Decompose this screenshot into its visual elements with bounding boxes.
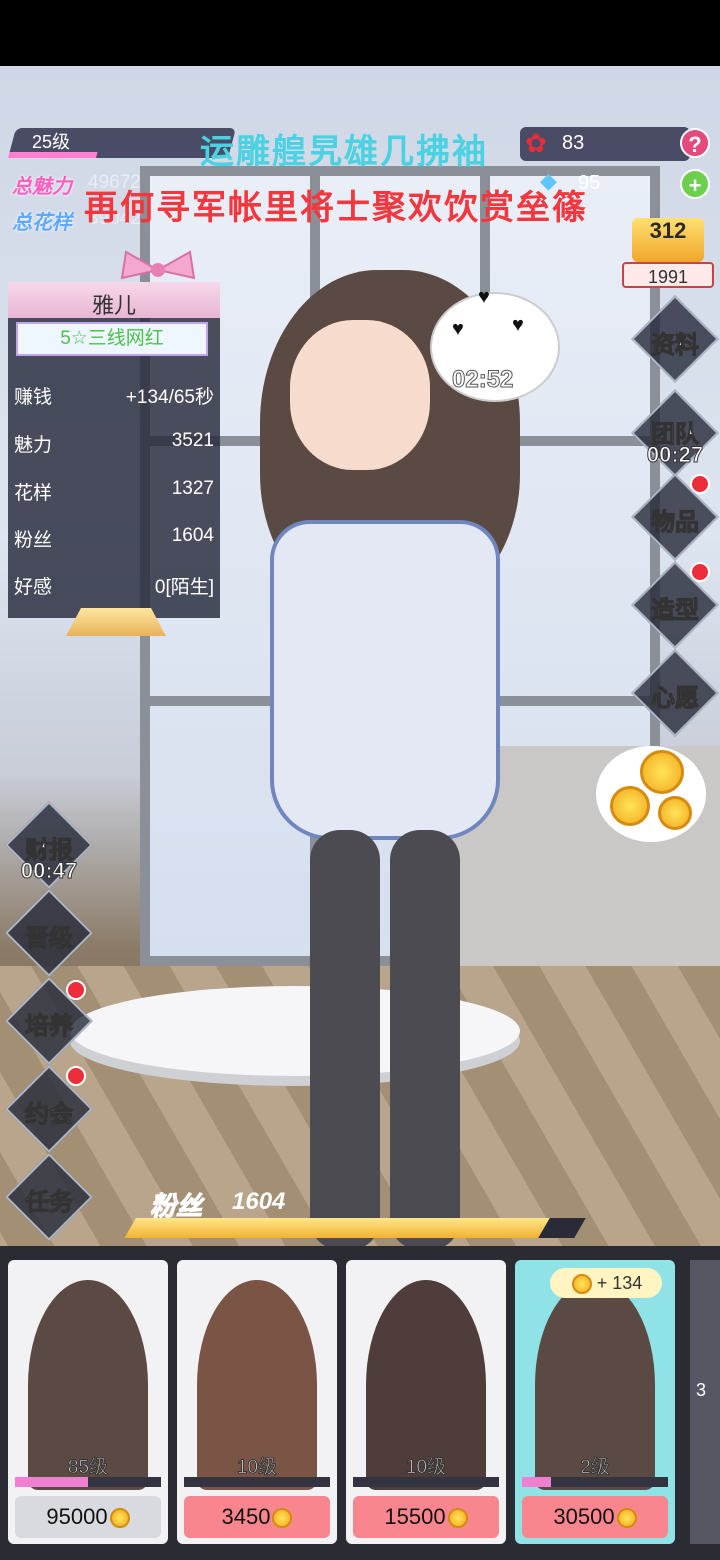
podium-icon: 312	[632, 218, 704, 262]
notification-dot	[690, 562, 710, 582]
fans-value: 1604	[232, 1188, 286, 1215]
row-value-charm: 3521	[171, 430, 214, 451]
items-label: 物品	[651, 509, 700, 537]
profile-label: 资料	[651, 332, 700, 360]
rank-value: 1991	[622, 262, 714, 288]
row-value-style: 1327	[171, 478, 214, 499]
heart-icon: ♥	[478, 286, 490, 308]
total-charm-label: 总魅力	[12, 176, 72, 198]
notification-dot	[66, 1066, 86, 1086]
coin-icon	[447, 1508, 468, 1529]
train-label: 培养	[25, 1013, 74, 1041]
coin-icon	[109, 1508, 130, 1529]
wish-label: 心愿	[651, 685, 700, 713]
coin-icon	[571, 1274, 592, 1295]
ranking-button[interactable]: 312 1991	[622, 206, 714, 290]
bubble-timer: 02:52	[451, 366, 514, 394]
income-badge: + 134	[550, 1268, 662, 1298]
row-label-affection: 好感	[14, 577, 53, 598]
card-level: 10级	[405, 1457, 447, 1479]
character-title: 5☆三线网红	[16, 322, 208, 356]
fans-label: 粉丝	[149, 1191, 203, 1222]
row-value-affection: 0[陌生]	[154, 577, 214, 598]
scrolling-text-line2: 再何寻军帐里将士聚欢饮赏垒篠	[84, 189, 588, 227]
date-label: 约会	[25, 1101, 74, 1129]
row-value-fans: 1604	[171, 525, 214, 546]
total-style-label: 总花样	[12, 212, 72, 234]
row-label-earn: 赚钱	[14, 387, 53, 408]
row-value-earn: +134/65秒	[125, 387, 214, 408]
notification-dot	[66, 980, 86, 1000]
upgrade-price-button[interactable]: 3450	[184, 1496, 330, 1538]
heart-icon: ♥	[452, 318, 464, 340]
coin-icon	[616, 1508, 637, 1529]
tasks-label: 任务	[25, 1189, 74, 1217]
collect-coins-bubble[interactable]	[596, 746, 706, 842]
report-timer: 00:47	[20, 858, 78, 884]
level-text: 25级	[32, 132, 71, 152]
upgrade-price-button[interactable]: 15500	[353, 1496, 499, 1538]
rose-icon: ✿	[525, 128, 547, 158]
row-label-fans: 粉丝	[14, 530, 53, 551]
card-level: 10级	[236, 1457, 278, 1479]
add-gems-button[interactable]: +	[680, 169, 710, 199]
panel-collapse-tab[interactable]	[66, 608, 166, 636]
heart-icon: ♥	[512, 314, 524, 336]
card-progress	[522, 1477, 668, 1487]
upgrade-price-button[interactable]: 30500	[522, 1496, 668, 1538]
rose-value: 83	[562, 132, 585, 154]
card-progress	[184, 1477, 330, 1487]
next-card-edge[interactable]: 3	[690, 1260, 720, 1544]
bow-icon	[120, 250, 196, 280]
coin-icon	[640, 750, 684, 794]
upgrade-price-button[interactable]: 95000	[15, 1496, 161, 1538]
notification-dot	[690, 474, 710, 494]
character-name: 雅儿	[91, 293, 136, 318]
help-button[interactable]: ?	[680, 128, 710, 158]
coin-icon	[610, 786, 650, 826]
outfit-label: 造型	[651, 597, 700, 625]
coin-icon	[658, 796, 692, 830]
card-progress	[353, 1477, 499, 1487]
card-level: 2级	[580, 1457, 611, 1479]
game-screen: 25级 总魅力 49672 总花样 39042 ✿ 83 ◆ 95 ? + 运雕…	[0, 0, 720, 1560]
row-label-charm: 魅力	[14, 435, 53, 456]
card-progress	[15, 1477, 161, 1487]
row-label-style: 花样	[14, 483, 53, 504]
character-sprite[interactable]	[230, 270, 550, 1250]
status-bar-area	[0, 0, 720, 66]
coin-icon	[272, 1508, 293, 1529]
promote-label: 晋级	[25, 925, 74, 953]
card-level: 85级	[67, 1457, 109, 1479]
team-timer: 00:27	[646, 442, 704, 468]
scrolling-text-line1: 运雕艎旯雄几拂袖	[200, 133, 488, 171]
